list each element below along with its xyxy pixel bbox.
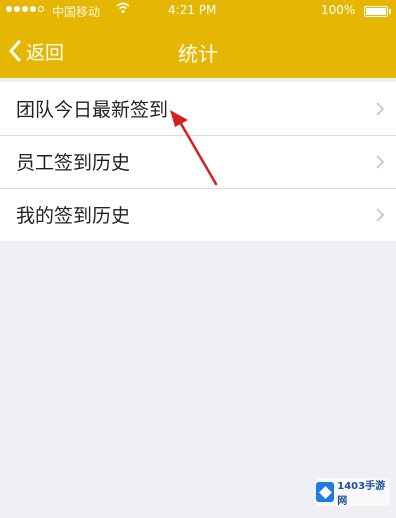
menu-item-label: 团队今日最新签到 [16,99,169,121]
watermark-cube-icon [316,482,335,502]
menu-item-employee-checkin-history[interactable]: 员工签到历史 [0,135,396,188]
chevron-right-icon [376,208,384,222]
menu-item-label: 我的签到历史 [16,205,131,227]
menu-item-my-checkin-history[interactable]: 我的签到历史 [0,188,396,241]
watermark-text: 1403手游网 [337,481,386,507]
nav-bar: 中国移动 4:21 PM 100% 返回 统计 [0,0,396,78]
battery-icon [364,6,391,17]
signal-strength-icon [6,6,44,12]
chevron-right-icon [376,155,384,169]
menu-list: 团队今日最新签到 员工签到历史 我的签到历史 [0,82,396,241]
wifi-icon [116,2,130,17]
watermark-logo: 1403手游网 [316,478,390,507]
battery-percentage: 100% [321,3,356,17]
battery-level [366,8,386,15]
chevron-right-icon [376,102,384,116]
status-bar: 中国移动 4:21 PM 100% [0,0,396,22]
carrier-name: 中国移动 [52,5,101,19]
menu-item-team-today-checkin[interactable]: 团队今日最新签到 [0,82,396,135]
status-time: 4:21 PM [168,3,217,17]
page-title: 统计 [178,42,218,66]
menu-item-label: 员工签到历史 [16,152,131,174]
